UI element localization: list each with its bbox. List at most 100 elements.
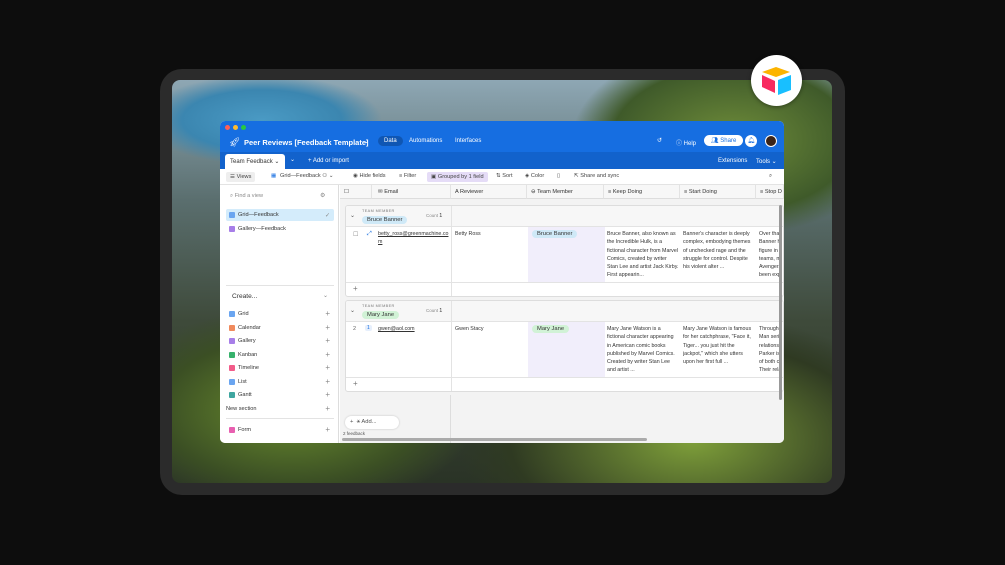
chevron-down-icon[interactable]: ⌄ [364, 138, 369, 145]
minimize-window-button[interactable] [233, 125, 238, 130]
count-value: 1 [439, 308, 443, 314]
tabs-chevron-icon[interactable]: ⌄ [290, 156, 295, 163]
column-header-stop-doing[interactable]: ≡ Stop D [756, 185, 784, 199]
add-or-import-button[interactable]: + Add or import [308, 158, 349, 164]
reviewer-cell[interactable]: Gwen Stacy [455, 325, 484, 333]
row-height-icon[interactable]: ▯ [557, 173, 560, 179]
vertical-scrollbar[interactable] [779, 205, 782, 400]
keep-doing-cell[interactable]: Mary Jane Watson is a fictional characte… [607, 325, 679, 375]
group-button[interactable]: ▣ Grouped by 1 field [427, 172, 488, 182]
plus-icon: + [325, 309, 330, 318]
group-count: Count 1 [426, 308, 442, 314]
group-header[interactable] [346, 206, 783, 227]
create-calendar[interactable]: Calendar + [226, 322, 334, 334]
group-value-pill: Mary Jane [362, 311, 400, 319]
create-grid[interactable]: Grid + [226, 308, 334, 320]
create-item-label: Kanban [238, 352, 258, 358]
add-record-button[interactable]: + [353, 379, 358, 388]
group-mary-jane: ⌄ TEAM MEMBER Mary Jane Count 1 2 1 gwen… [345, 300, 784, 392]
column-label: Email [384, 189, 399, 195]
collapse-chevron-icon[interactable]: ⌄ [350, 212, 355, 219]
extensions-button[interactable]: Extensions [718, 158, 747, 164]
views-toggle[interactable]: ☰ Views [226, 172, 256, 182]
notifications-bell-icon[interactable]: 🔔︎ [745, 135, 757, 147]
sort-button[interactable]: ⇅ Sort [496, 173, 513, 179]
new-section[interactable]: New section + [226, 403, 334, 415]
filter-button[interactable]: ≡ Filter [399, 173, 416, 179]
group-header[interactable] [346, 301, 783, 322]
view-grid-feedback[interactable]: Grid—Feedback ✓ [226, 209, 334, 221]
close-window-button[interactable] [225, 125, 230, 130]
tools-button[interactable]: Tools ⌄ [756, 158, 777, 165]
help-button[interactable]: ⓘ Help [676, 138, 696, 147]
nav-automations[interactable]: Automations [409, 138, 442, 144]
tab-team-feedback[interactable]: Team Feedback ⌄ [225, 154, 285, 169]
view-switcher[interactable]: Grid—Feedback ⚇ ⌄ [280, 173, 334, 179]
reviewer-cell[interactable]: Betty Ross [455, 230, 481, 238]
add-record-button[interactable]: + [353, 284, 358, 293]
hide-fields-button[interactable]: ◉ Hide fields [353, 173, 386, 179]
email-cell[interactable]: betty_ross@greenmachine.com [378, 230, 451, 247]
share-button[interactable]: 👥︎ Share [704, 135, 744, 146]
base-title[interactable]: Peer Reviews [Feedback Template] [244, 138, 369, 147]
tab-label: Team Feedback [230, 159, 273, 165]
history-icon[interactable]: ↺ [657, 137, 662, 144]
team-member-cell[interactable]: Bruce Banner [528, 227, 605, 282]
tools-label: Tools [756, 159, 771, 165]
search-icon[interactable]: ⌕ [769, 173, 772, 180]
plus-icon: + [325, 404, 330, 413]
create-list[interactable]: List + [226, 376, 334, 388]
team-member-cell[interactable]: Mary Jane [528, 322, 605, 377]
group-field-label: TEAM MEMBER [362, 209, 395, 213]
team-member-pill: Bruce Banner [532, 230, 578, 238]
create-gallery[interactable]: Gallery + [226, 335, 334, 347]
create-timeline[interactable]: Timeline + [226, 362, 334, 374]
find-view-input[interactable]: ⌕ Find a view [230, 193, 263, 200]
share-sync-button[interactable]: ⇱ Share and sync [574, 173, 619, 179]
column-header-team-member[interactable]: ⊖ Team Member [527, 185, 604, 199]
view-label: Grid—Feedback [238, 212, 279, 218]
horizontal-scrollbar[interactable] [342, 438, 647, 441]
expand-row-icon[interactable]: ⤢ [367, 231, 372, 238]
create-gantt[interactable]: Gantt + [226, 389, 334, 401]
create-kanban[interactable]: Kanban + [226, 349, 334, 361]
nav-interfaces[interactable]: Interfaces [455, 138, 481, 144]
views-label: Views [236, 174, 252, 180]
gallery-icon [229, 338, 235, 344]
select-all-checkbox[interactable]: ☐ [340, 185, 372, 199]
plus-icon: + [325, 323, 330, 332]
start-doing-cell[interactable]: Mary Jane Watson is famous for her catch… [683, 325, 755, 375]
color-label: Color [530, 173, 545, 179]
column-header-email[interactable]: ✉ Email [372, 185, 451, 199]
create-item-label: Form [238, 427, 252, 433]
create-section-toggle[interactable]: Create... [232, 293, 257, 300]
plus-icon: + [325, 350, 330, 359]
color-button[interactable]: ◈ Color [525, 173, 544, 179]
check-icon: ✓ [324, 213, 330, 219]
create-form[interactable]: Form + [226, 424, 334, 436]
plus-icon: + [325, 425, 330, 434]
user-avatar[interactable] [765, 135, 777, 147]
email-cell[interactable]: gwen@aol.com [378, 325, 451, 333]
grid-icon: ▦ [271, 173, 277, 179]
maximize-window-button[interactable] [241, 125, 246, 130]
view-label: Gallery—Feedback [238, 226, 286, 232]
create-item-label: Timeline [238, 365, 259, 371]
help-label: Help [683, 141, 697, 147]
settings-gear-icon[interactable]: ⚙ [320, 192, 325, 199]
column-header-keep-doing[interactable]: ≡ Keep Doing [604, 185, 680, 199]
column-header-reviewer[interactable]: A Reviewer [451, 185, 527, 199]
nav-data[interactable]: Data [378, 136, 403, 146]
row-checkbox[interactable]: ☐ [353, 231, 358, 238]
keep-doing-cell[interactable]: Bruce Banner, also known as the Incredib… [607, 230, 679, 280]
timeline-icon [229, 365, 235, 371]
grid-icon [229, 311, 235, 317]
view-gallery-feedback[interactable]: Gallery—Feedback [226, 223, 334, 235]
chevron-down-icon[interactable]: ⌄ [323, 292, 328, 299]
add-button[interactable]: + ⚹ Add... [345, 416, 399, 429]
start-doing-cell[interactable]: Banner's character is deeply complex, em… [683, 230, 755, 280]
column-label: Start Doing [688, 189, 717, 195]
column-header-start-doing[interactable]: ≡ Start Doing [680, 185, 756, 199]
collapse-chevron-icon[interactable]: ⌄ [350, 307, 355, 314]
comment-count-badge[interactable]: 1 [365, 325, 372, 331]
